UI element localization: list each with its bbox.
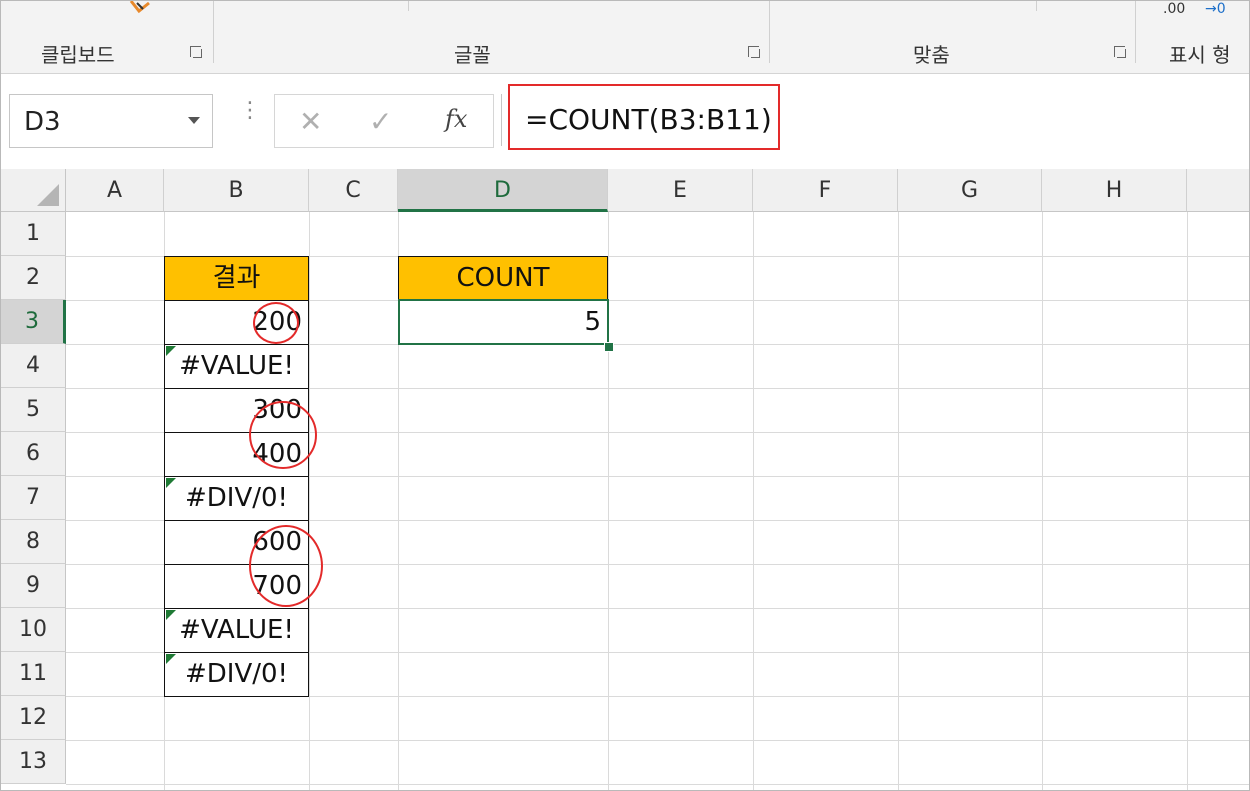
gridline xyxy=(753,212,754,790)
name-box[interactable]: D3 xyxy=(9,94,213,148)
row-header-2[interactable]: 2 xyxy=(1,256,66,300)
column-header-h[interactable]: H xyxy=(1042,169,1187,212)
column-header-e[interactable]: E xyxy=(608,169,753,212)
name-box-value: D3 xyxy=(24,107,61,137)
annotation-circle xyxy=(249,525,323,607)
error-indicator-icon xyxy=(166,654,176,664)
formula-annotation-box xyxy=(508,84,780,150)
error-indicator-icon xyxy=(166,346,176,356)
row-header-11[interactable]: 11 xyxy=(1,652,66,696)
row-header-1[interactable]: 1 xyxy=(1,212,66,256)
row-header-9[interactable]: 9 xyxy=(1,564,66,608)
cell-b2-header[interactable]: 결과 xyxy=(164,256,309,301)
increase-decimal-button[interactable]: →0 xyxy=(1205,1,1226,17)
ribbon-divider xyxy=(408,1,409,11)
ribbon-group-number: 표시 형 xyxy=(1169,43,1231,67)
row-header-3[interactable]: 3 xyxy=(1,300,66,344)
column-header-a[interactable]: A xyxy=(66,169,164,212)
ribbon-group-clipboard: 클립보드 xyxy=(41,43,115,67)
row-header-7[interactable]: 7 xyxy=(1,476,66,520)
gridline xyxy=(898,212,899,790)
column-header-b[interactable]: B xyxy=(164,169,309,212)
cell-b11[interactable]: #DIV/0! xyxy=(164,652,309,697)
cell-d2-header[interactable]: COUNT xyxy=(398,256,608,301)
cell-b7-value: #DIV/0! xyxy=(185,483,288,513)
cancel-icon[interactable]: ✕ xyxy=(299,105,322,138)
ribbon-divider xyxy=(769,1,770,63)
ribbon-divider xyxy=(213,1,214,63)
chevron-down-icon[interactable] xyxy=(188,117,200,124)
fill-handle[interactable] xyxy=(604,342,614,352)
alignment-launcher-icon[interactable] xyxy=(1113,45,1127,59)
decrease-decimal-button[interactable]: .00 xyxy=(1163,1,1185,17)
column-header-c[interactable]: C xyxy=(309,169,398,212)
annotation-circle xyxy=(249,401,317,469)
row-header-5[interactable]: 5 xyxy=(1,388,66,432)
gridline xyxy=(66,784,1249,785)
column-header-g[interactable]: G xyxy=(898,169,1042,212)
row-header-10[interactable]: 10 xyxy=(1,608,66,652)
ribbon-group-font: 글꼴 xyxy=(454,43,491,67)
clipboard-launcher-icon[interactable] xyxy=(189,45,203,59)
row-header-8[interactable]: 8 xyxy=(1,520,66,564)
insert-function-icon[interactable]: fx xyxy=(445,105,467,133)
gridline xyxy=(1187,212,1188,790)
gridline xyxy=(1042,212,1043,790)
row-header-13[interactable]: 13 xyxy=(1,740,66,784)
column-header-i[interactable] xyxy=(1187,169,1249,212)
annotation-circle xyxy=(253,302,299,344)
enter-icon[interactable]: ✓ xyxy=(369,105,392,138)
ribbon-divider xyxy=(1135,1,1136,63)
cell-b10-value: #VALUE! xyxy=(179,615,294,645)
row-header-12[interactable]: 12 xyxy=(1,696,66,740)
cell-b4-value: #VALUE! xyxy=(179,351,294,381)
row-header-6[interactable]: 6 xyxy=(1,432,66,476)
font-launcher-icon[interactable] xyxy=(747,45,761,59)
select-all-button[interactable] xyxy=(1,169,66,212)
row-header-4[interactable]: 4 xyxy=(1,344,66,388)
drag-handle-icon[interactable]: ⋮ xyxy=(239,100,261,122)
ribbon: 클립보드 글꼴 맞춤 .00 →0 표시 형 xyxy=(1,1,1249,74)
column-header-d[interactable]: D xyxy=(398,169,608,212)
ribbon-divider xyxy=(1036,1,1037,11)
cell-b7[interactable]: #DIV/0! xyxy=(164,476,309,521)
cell-d3-active[interactable]: 5 xyxy=(398,299,609,345)
cell-b10[interactable]: #VALUE! xyxy=(164,608,309,653)
format-painter-icon[interactable] xyxy=(129,1,155,15)
formula-buttons: ✕ ✓ fx xyxy=(274,94,494,148)
error-indicator-icon xyxy=(166,478,176,488)
error-indicator-icon xyxy=(166,610,176,620)
excel-window: 클립보드 글꼴 맞춤 .00 →0 표시 형 D3 ⋮ ✕ ✓ fx =COUN… xyxy=(0,0,1250,791)
gridline xyxy=(309,212,310,790)
column-header-f[interactable]: F xyxy=(753,169,898,212)
cell-b11-value: #DIV/0! xyxy=(185,659,288,689)
ribbon-group-alignment: 맞춤 xyxy=(913,43,950,67)
gridline xyxy=(66,740,1249,741)
cell-b4[interactable]: #VALUE! xyxy=(164,344,309,389)
